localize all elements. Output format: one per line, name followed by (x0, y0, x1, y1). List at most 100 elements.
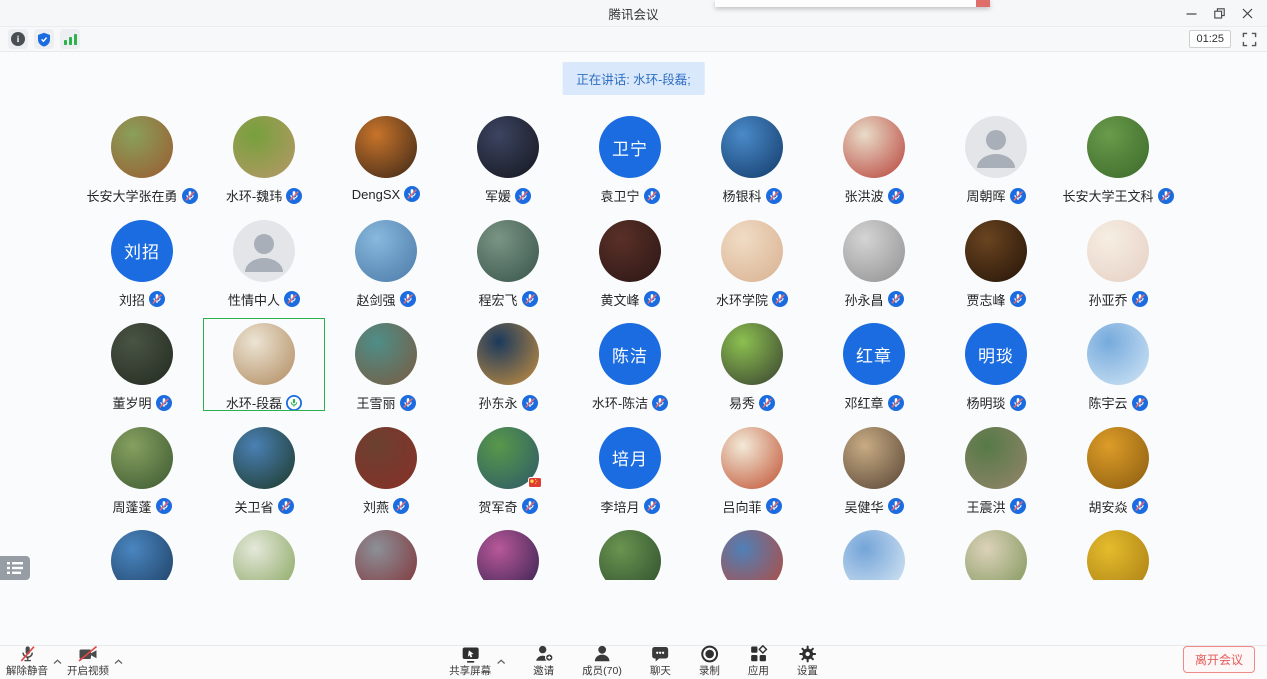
share-screen-button[interactable]: 共享屏幕 (449, 646, 491, 677)
mic-muted-icon (515, 188, 531, 204)
participant-tile[interactable]: 长安大学王文科 (1057, 103, 1179, 207)
participant-avatar (233, 323, 295, 385)
mic-muted-icon (1010, 188, 1026, 204)
mic-muted-icon (393, 498, 409, 514)
participant-tile[interactable]: 明琰 杨明琰 (935, 310, 1057, 414)
mic-muted-icon (888, 291, 904, 307)
restore-icon (1214, 8, 1225, 19)
share-options-chevron[interactable] (496, 659, 505, 677)
mic-muted-icon (644, 188, 660, 204)
participant-tile[interactable]: 周蓬蓬 (81, 414, 203, 518)
video-options-chevron[interactable] (114, 659, 123, 677)
close-button[interactable] (1233, 0, 1261, 26)
participant-tile[interactable]: 水环-魏玮 (203, 103, 325, 207)
participant-tile[interactable]: 水环学院 (691, 207, 813, 311)
participant-avatar: 红章 (843, 323, 905, 385)
participant-tile[interactable] (447, 517, 569, 580)
mic-muted-icon (404, 186, 420, 202)
participant-tile[interactable]: 吕向菲 (691, 414, 813, 518)
apps-button[interactable]: 应用 (748, 646, 769, 677)
start-video-button[interactable]: 开启视频 (67, 646, 109, 677)
participant-tile[interactable]: 刘招 刘招 (81, 207, 203, 311)
participant-name: 王震洪 (966, 497, 1005, 516)
participant-tile[interactable]: 张洪波 (813, 103, 935, 207)
participant-tile[interactable]: 卫宁 袁卫宁 (569, 103, 691, 207)
participant-avatar (1087, 427, 1149, 489)
participant-tile[interactable]: 军媛 (447, 103, 569, 207)
chat-button[interactable]: 聊天 (650, 646, 671, 677)
participant-tile[interactable]: 贺军奇 (447, 414, 569, 518)
participant-avatar (355, 323, 417, 385)
participant-tile[interactable] (935, 517, 1057, 580)
participant-tile[interactable]: 孙永昌 (813, 207, 935, 311)
settings-button[interactable]: 设置 (797, 646, 818, 677)
mic-muted-icon (1010, 291, 1026, 307)
participant-tile[interactable] (569, 517, 691, 580)
mic-muted-icon (182, 188, 198, 204)
participant-tile[interactable]: 性情中人 (203, 207, 325, 311)
mic-muted-icon (1010, 395, 1026, 411)
audio-options-chevron[interactable] (53, 659, 62, 677)
participant-tile[interactable]: 吴健华 (813, 414, 935, 518)
invite-button[interactable]: 邀请 (533, 646, 554, 677)
participant-tile[interactable]: 周朝晖 (935, 103, 1057, 207)
participant-tile[interactable] (813, 517, 935, 580)
network-status-button[interactable] (60, 29, 80, 49)
mic-muted-icon (149, 291, 165, 307)
participant-tile[interactable] (1057, 517, 1179, 580)
participant-avatar (477, 323, 539, 385)
participant-name: 水环-魏玮 (226, 186, 282, 205)
participant-tile[interactable]: 红章 邓红章 (813, 310, 935, 414)
participant-tile[interactable]: 王震洪 (935, 414, 1057, 518)
participant-tile[interactable]: 王雪丽 (325, 310, 447, 414)
fullscreen-button[interactable] (1239, 29, 1259, 49)
participant-avatar (599, 530, 661, 580)
participant-tile[interactable]: DengSX (325, 103, 447, 207)
unmute-button[interactable]: 解除静音 (6, 646, 48, 677)
mic-muted-icon (1158, 188, 1174, 204)
mic-muted-icon (1132, 498, 1148, 514)
record-button[interactable]: 录制 (699, 646, 720, 677)
participant-avatar (843, 220, 905, 282)
participant-name: 李培月 (600, 497, 639, 516)
invite-label: 邀请 (533, 665, 554, 677)
participant-tile[interactable]: 水环-段磊 (203, 310, 325, 414)
participant-tile[interactable]: 杨银科 (691, 103, 813, 207)
close-icon (1242, 8, 1253, 19)
meeting-info-button[interactable]: i (8, 29, 28, 49)
restore-button[interactable] (1205, 0, 1233, 26)
mic-muted-icon (644, 498, 660, 514)
participant-tile[interactable] (691, 517, 813, 580)
participant-tile[interactable]: 胡安焱 (1057, 414, 1179, 518)
participant-tile[interactable]: 赵剑强 (325, 207, 447, 311)
security-button[interactable] (34, 29, 54, 49)
participant-tile[interactable]: 长安大学张在勇 (81, 103, 203, 207)
participant-tile[interactable] (203, 517, 325, 580)
participant-tile[interactable]: 孙东永 (447, 310, 569, 414)
mic-muted-icon (284, 291, 300, 307)
participant-tile[interactable]: 培月 李培月 (569, 414, 691, 518)
participant-tile[interactable]: 陈宇云 (1057, 310, 1179, 414)
mic-muted-icon (1010, 395, 1026, 411)
participant-tile[interactable]: 易秀 (691, 310, 813, 414)
participant-tile[interactable]: 程宏飞 (447, 207, 569, 311)
member-list-toggle[interactable] (0, 556, 30, 580)
record-label: 录制 (699, 665, 720, 677)
avatar-initials: 明琰 (978, 342, 1014, 367)
settings-gear-icon (797, 646, 817, 664)
participant-name: 王雪丽 (356, 393, 395, 412)
participant-tile[interactable]: 黄文峰 (569, 207, 691, 311)
minimize-button[interactable] (1177, 0, 1205, 26)
leave-meeting-button[interactable]: 离开会议 (1183, 646, 1255, 673)
participant-tile[interactable]: 刘燕 (325, 414, 447, 518)
participant-avatar (477, 427, 539, 489)
participant-tile[interactable]: 陈洁 水环-陈洁 (569, 310, 691, 414)
participant-tile[interactable] (325, 517, 447, 580)
participant-tile[interactable]: 贾志峰 (935, 207, 1057, 311)
participant-tile[interactable] (81, 517, 203, 580)
participant-tile[interactable]: 孙亚乔 (1057, 207, 1179, 311)
participant-tile[interactable]: 董岁明 (81, 310, 203, 414)
members-button[interactable]: 成员(70) (582, 646, 622, 677)
mic-muted-icon (156, 395, 172, 411)
participant-tile[interactable]: 关卫省 (203, 414, 325, 518)
